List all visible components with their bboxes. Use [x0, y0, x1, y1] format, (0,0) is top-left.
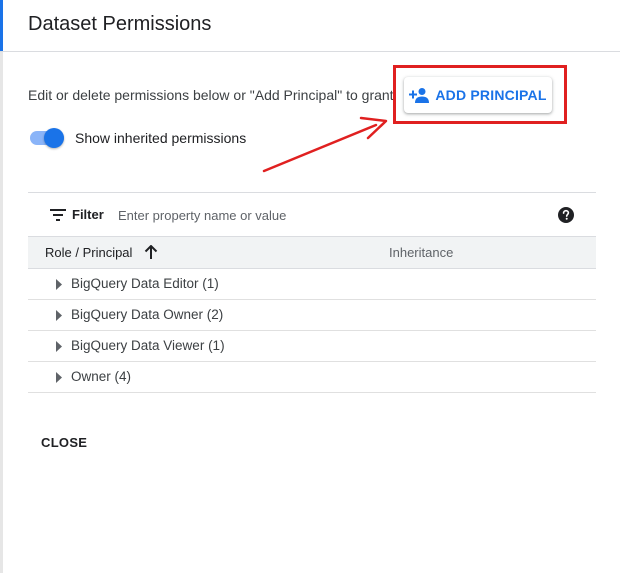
- permissions-table: Filter Role / Principal Inheritance BigQ…: [28, 192, 596, 395]
- role-label: BigQuery Data Viewer (1): [71, 338, 225, 353]
- toggle-thumb: [44, 128, 64, 148]
- role-row-bigquery-data-editor[interactable]: BigQuery Data Editor (1): [28, 269, 596, 300]
- column-header-inheritance: Inheritance: [389, 245, 454, 260]
- expand-caret-icon: [56, 310, 62, 321]
- expand-caret-icon: [56, 372, 62, 383]
- dialog-title: Dataset Permissions: [28, 13, 212, 35]
- role-row-owner[interactable]: Owner (4): [28, 362, 596, 393]
- show-inherited-toggle[interactable]: [28, 126, 68, 150]
- role-label: BigQuery Data Editor (1): [71, 276, 219, 291]
- filter-input[interactable]: [118, 203, 538, 227]
- sort-ascending-icon[interactable]: [144, 245, 158, 260]
- filter-label: Filter: [72, 207, 104, 222]
- help-icon[interactable]: [558, 207, 574, 223]
- filter-icon: [50, 209, 66, 221]
- expand-caret-icon: [56, 279, 62, 290]
- person-add-icon: [409, 88, 430, 103]
- table-header: Role / Principal Inheritance: [28, 237, 596, 269]
- left-edge-backdrop: [0, 52, 3, 573]
- add-principal-label: ADD PRINCIPAL: [435, 87, 547, 103]
- close-button[interactable]: CLOSE: [30, 428, 98, 456]
- dialog-description: Edit or delete permissions below or "Add…: [28, 87, 398, 103]
- column-header-role[interactable]: Role / Principal: [45, 245, 132, 260]
- expand-caret-icon: [56, 341, 62, 352]
- role-row-bigquery-data-owner[interactable]: BigQuery Data Owner (2): [28, 300, 596, 331]
- filter-bar: Filter: [28, 193, 596, 237]
- dataset-permissions-dialog: Dataset Permissions Edit or delete permi…: [0, 0, 620, 573]
- role-label: Owner (4): [71, 369, 132, 384]
- add-principal-button[interactable]: ADD PRINCIPAL: [404, 77, 552, 113]
- dialog-header: Dataset Permissions: [0, 0, 620, 52]
- role-label: BigQuery Data Owner (2): [71, 307, 224, 322]
- role-row-bigquery-data-viewer[interactable]: BigQuery Data Viewer (1): [28, 331, 596, 362]
- show-inherited-label: Show inherited permissions: [75, 130, 247, 146]
